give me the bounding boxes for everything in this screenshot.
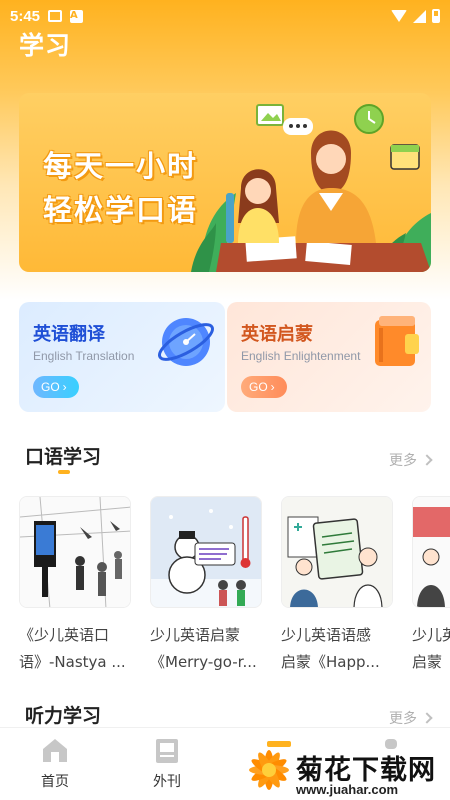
battery-icon <box>432 9 440 23</box>
course-title-line1: 《少儿英语口 <box>19 626 110 644</box>
course-thumbnail <box>150 496 262 608</box>
banner-illustration <box>191 104 431 272</box>
course-title: 少儿英 启蒙 <box>412 622 450 676</box>
home-icon <box>43 739 67 762</box>
translation-subtitle: English Translation <box>33 349 135 363</box>
course-thumbnail <box>281 496 393 608</box>
magazine-icon <box>156 739 178 763</box>
course-title: 少儿英语语感 启蒙《Happ... <box>281 622 393 676</box>
tab-magazine-label: 外刊 <box>153 774 181 790</box>
oral-section-title: 口语学习 <box>25 446 102 468</box>
promo-banner[interactable]: 每天一小时 轻松学口语 <box>19 93 431 272</box>
signal-icon <box>413 9 426 23</box>
book-icon <box>375 316 419 366</box>
tab-home[interactable]: 首页 <box>20 736 90 791</box>
translation-go-label: GO <box>41 380 60 394</box>
course-title-line2: 《Merry-go-r... <box>150 653 257 671</box>
status-time: 5:45 <box>10 7 41 25</box>
watermark-url: www.juahar.com <box>296 782 399 797</box>
globe-icon <box>158 318 214 366</box>
oral-section-underline <box>58 470 70 474</box>
course-title: 《少儿英语口 语》-Nastya ... <box>19 622 131 676</box>
listening-more-label: 更多 <box>389 711 417 727</box>
translation-title: 英语翻译 <box>33 324 105 345</box>
chevron-right-icon <box>421 454 433 466</box>
chrysanthemum-logo-icon <box>249 750 289 790</box>
english-translation-card[interactable]: 英语翻译 English Translation GO › <box>19 302 225 412</box>
image-icon <box>48 10 63 22</box>
oral-more-link[interactable]: 更多 <box>389 450 433 470</box>
enlightenment-subtitle: English Enlightenment <box>241 349 361 363</box>
site-watermark: 菊花下载网 www.juahar.com <box>244 742 450 800</box>
banner-headline-2: 轻松学口语 <box>43 193 199 227</box>
course-thumbnail <box>412 496 450 608</box>
course-title-line1: 少儿英 <box>412 626 450 644</box>
course-title-line2: 语》-Nastya ... <box>19 653 126 671</box>
banner-headline-1: 每天一小时 <box>43 149 199 183</box>
course-thumbnail <box>19 496 131 608</box>
tab-magazine[interactable]: 外刊 <box>132 736 202 791</box>
translation-go-button[interactable]: GO › <box>33 376 79 398</box>
course-title-line1: 少儿英语启蒙 <box>150 626 241 644</box>
course-title: 少儿英语启蒙 《Merry-go-r... <box>150 622 262 676</box>
enlightenment-go-label: GO <box>249 380 268 394</box>
chevron-right-icon <box>421 712 433 724</box>
course-card[interactable]: 少儿英 启蒙 <box>412 496 450 676</box>
listening-section-title: 听力学习 <box>25 705 102 727</box>
english-enlightenment-card[interactable]: 英语启蒙 English Enlightenment GO › <box>227 302 431 412</box>
page-title: 学习 <box>19 31 72 60</box>
oral-course-list: 《少儿英语口 语》-Nastya ... 少儿英语启蒙 《Merry-go-r.… <box>19 496 450 676</box>
a-icon: A <box>70 9 84 23</box>
tab-home-label: 首页 <box>41 774 69 790</box>
listening-more-link[interactable]: 更多 <box>389 708 433 728</box>
chevron-right-icon: › <box>62 380 67 394</box>
wifi-icon <box>391 10 407 22</box>
course-card[interactable]: 《少儿英语口 语》-Nastya ... <box>19 496 131 676</box>
course-title-line1: 少儿英语语感 <box>281 626 372 644</box>
oral-more-label: 更多 <box>389 453 417 469</box>
course-title-line2: 启蒙 <box>412 653 443 671</box>
course-title-line2: 启蒙《Happ... <box>281 653 380 671</box>
course-card[interactable]: 少儿英语语感 启蒙《Happ... <box>281 496 393 676</box>
enlightenment-go-button[interactable]: GO › <box>241 376 287 398</box>
course-card[interactable]: 少儿英语启蒙 《Merry-go-r... <box>150 496 262 676</box>
enlightenment-title: 英语启蒙 <box>241 324 313 345</box>
chevron-right-icon: › <box>270 380 275 394</box>
